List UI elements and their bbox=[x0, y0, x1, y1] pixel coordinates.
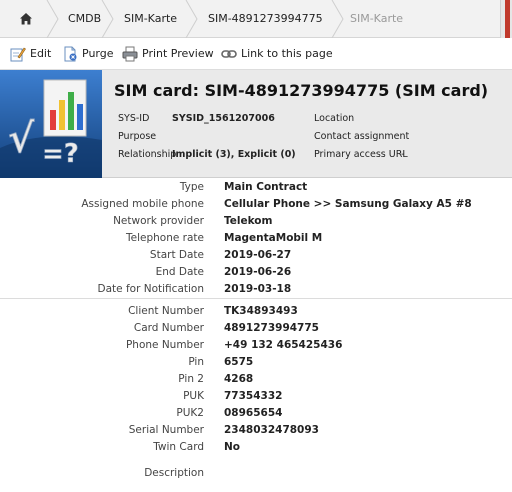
card-number-label: Card Number bbox=[133, 322, 204, 334]
twin-card-value: No bbox=[224, 441, 241, 453]
purpose-label: Purpose bbox=[118, 131, 157, 142]
sysid-value: SYSID_1561207006 bbox=[172, 113, 275, 124]
serial-number-value: 2348032478093 bbox=[224, 424, 319, 436]
pin-label: Pin bbox=[188, 356, 204, 368]
breadcrumb-separator bbox=[185, 0, 199, 38]
link-icon bbox=[221, 46, 237, 62]
detail-row: Serial Number 2348032478093 bbox=[0, 422, 512, 439]
end-date-label: End Date bbox=[155, 266, 204, 278]
object-header: √ =? SIM card: SIM-4891273994775 (SIM ca… bbox=[0, 70, 512, 178]
card-number-value: 4891273994775 bbox=[224, 322, 319, 334]
detail-row: Type Main Contract bbox=[0, 179, 512, 196]
detail-row: PUK2 08965654 bbox=[0, 405, 512, 422]
phone-number-value: +49 132 465425436 bbox=[224, 339, 343, 351]
breadcrumb-current: SIM-Karte bbox=[350, 12, 404, 25]
sysid-label: SYS-ID bbox=[118, 113, 150, 124]
breadcrumb: CMDB SIM-Karte SIM-4891273994775 SIM-Kar… bbox=[0, 0, 512, 38]
twin-card-label: Twin Card bbox=[153, 441, 204, 453]
network-provider-value: Telekom bbox=[224, 215, 273, 227]
assigned-mobile-phone-link[interactable]: Cellular Phone >> Samsung Galaxy A5 #8 bbox=[224, 196, 472, 213]
relationship-value[interactable]: Implicit (3), Explicit (0) bbox=[172, 149, 296, 160]
detail-row: Description bbox=[0, 465, 512, 482]
detail-row: Card Number 4891273994775 bbox=[0, 320, 512, 337]
detail-row: Pin 2 4268 bbox=[0, 371, 512, 388]
location-label: Location bbox=[314, 113, 355, 124]
toolbar: Edit Purge Print Preview Link to this pa… bbox=[0, 38, 512, 70]
relationship-label: Relationship bbox=[118, 149, 177, 160]
end-date-value: 2019-06-26 bbox=[224, 266, 292, 278]
svg-text:√: √ bbox=[8, 115, 35, 162]
svg-text:=?: =? bbox=[42, 139, 79, 169]
home-icon[interactable] bbox=[14, 0, 38, 38]
type-value: Main Contract bbox=[224, 181, 308, 193]
edit-icon bbox=[10, 46, 26, 62]
detail-row: Start Date 2019-06-27 bbox=[0, 247, 512, 264]
sim-card-object-icon: √ =? bbox=[0, 70, 102, 178]
breadcrumb-separator bbox=[331, 0, 345, 38]
start-date-label: Start Date bbox=[149, 249, 204, 261]
phone-number-label: Phone Number bbox=[125, 339, 204, 351]
breadcrumb-sim-karte[interactable]: SIM-Karte bbox=[124, 0, 177, 38]
puk-value: 77354332 bbox=[224, 390, 283, 402]
print-preview-label: Print Preview bbox=[142, 47, 214, 60]
client-number-value: TK34893493 bbox=[224, 305, 298, 317]
detail-row: Assigned mobile phone Cellular Phone >> … bbox=[0, 196, 512, 213]
contact-assignment-label: Contact assignment bbox=[314, 131, 410, 142]
client-number-label: Client Number bbox=[128, 305, 204, 317]
detail-row: Pin 6575 bbox=[0, 354, 512, 371]
purge-icon bbox=[62, 46, 78, 62]
link-label: Link to this page bbox=[241, 47, 333, 60]
breadcrumb-cmdb[interactable]: CMDB bbox=[68, 0, 101, 38]
section-divider bbox=[0, 298, 512, 299]
edit-label: Edit bbox=[30, 47, 52, 60]
type-label: Type bbox=[179, 181, 204, 193]
primary-access-url-value: - bbox=[401, 149, 405, 160]
telephone-rate-value: MagentaMobil M bbox=[224, 232, 323, 244]
puk2-label: PUK2 bbox=[176, 407, 204, 419]
page-title: SIM card: SIM-4891273994775 (SIM card) bbox=[114, 81, 489, 100]
detail-row: PUK 77354332 bbox=[0, 388, 512, 405]
detail-row: End Date 2019-06-26 bbox=[0, 264, 512, 281]
printer-icon bbox=[122, 46, 138, 62]
detail-row: Client Number TK34893493 bbox=[0, 303, 512, 320]
detail-row: Network provider Telekom bbox=[0, 213, 512, 230]
date-for-notification-value: 2019-03-18 bbox=[224, 283, 292, 295]
primary-access-url-label: Primary access URL bbox=[314, 149, 408, 160]
puk2-value: 08965654 bbox=[224, 407, 283, 419]
serial-number-label: Serial Number bbox=[128, 424, 204, 436]
telephone-rate-label: Telephone rate bbox=[126, 232, 204, 244]
network-provider-label: Network provider bbox=[113, 215, 204, 227]
purge-label: Purge bbox=[82, 47, 114, 60]
breadcrumb-end-marker bbox=[500, 0, 512, 38]
breadcrumb-separator bbox=[46, 0, 60, 38]
breadcrumb-object[interactable]: SIM-4891273994775 bbox=[208, 0, 323, 38]
detail-row: Twin Card No bbox=[0, 439, 512, 456]
detail-row: Phone Number +49 132 465425436 bbox=[0, 337, 512, 354]
date-for-notification-label: Date for Notification bbox=[97, 283, 204, 295]
puk-label: PUK bbox=[183, 390, 204, 402]
assigned-mobile-phone-label: Assigned mobile phone bbox=[81, 198, 204, 210]
detail-row: Telephone rate MagentaMobil M bbox=[0, 230, 512, 247]
pin2-label: Pin 2 bbox=[178, 373, 204, 385]
pin2-value: 4268 bbox=[224, 373, 254, 385]
description-label: Description bbox=[144, 467, 204, 479]
start-date-value: 2019-06-27 bbox=[224, 249, 292, 261]
pin-value: 6575 bbox=[224, 356, 254, 368]
detail-row: Date for Notification 2019-03-18 bbox=[0, 281, 512, 298]
breadcrumb-separator bbox=[101, 0, 115, 38]
